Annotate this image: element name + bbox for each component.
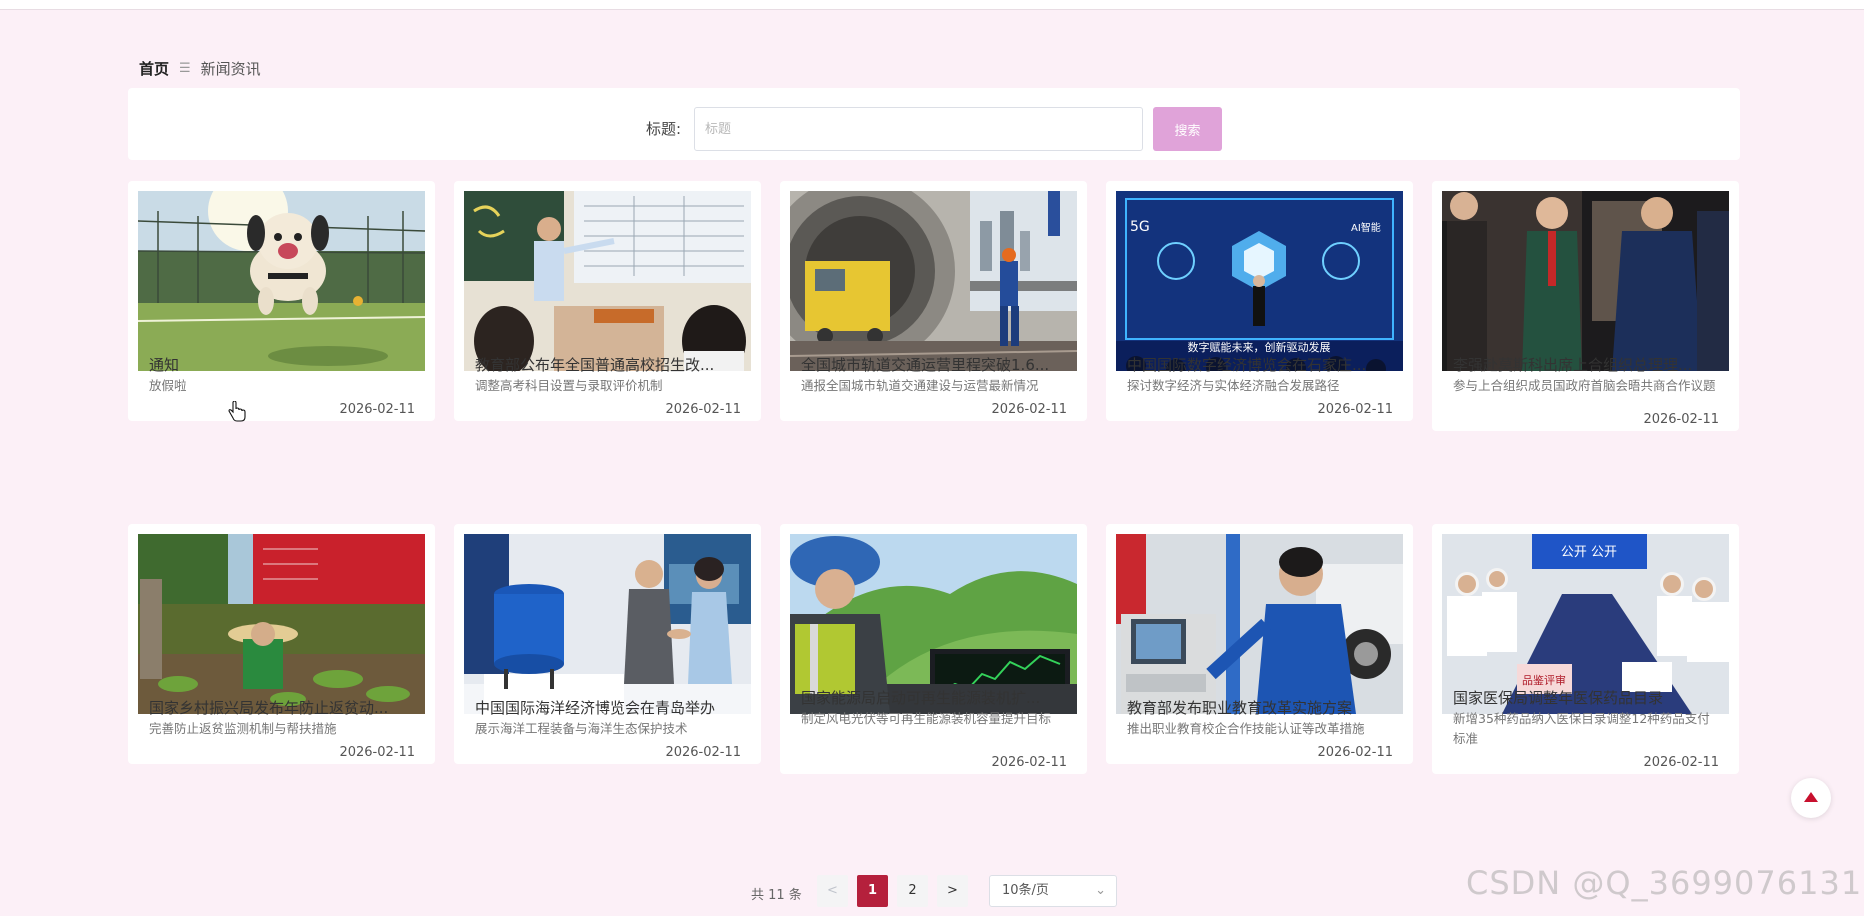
search-label: 标题: xyxy=(646,120,682,138)
breadcrumb-current: 新闻资讯 xyxy=(200,60,261,78)
news-card[interactable]: 教育部发布职业教育改革实施方案 推出职业教育校企合作技能认证等改革措施 2026… xyxy=(1106,524,1413,764)
card-title[interactable]: 李强赴莫斯科出席上合组织总理理... xyxy=(1453,354,1721,375)
breadcrumb-separator-icon: ☰ xyxy=(179,61,191,76)
card-description: 推出职业教育校企合作技能认证等改革措施 xyxy=(1127,721,1365,736)
back-to-top-button[interactable] xyxy=(1791,778,1831,818)
news-card[interactable]: 公开 公开 品鉴评审 国家医保局调整年医保药品目录 新增35种药品纳入医保目录调… xyxy=(1432,524,1739,774)
news-card[interactable]: 全国城市轨道交通运营里程突破1.6... 通报全国城市轨道交通建设与运营最新情况… xyxy=(780,181,1087,421)
card-date: 2026-02-11 xyxy=(339,402,415,417)
card-date: 2026-02-11 xyxy=(1317,402,1393,417)
card-title[interactable]: 中国国际数字经济博览会在石家庄... xyxy=(1127,354,1395,375)
card-description: 新增35种药品纳入医保目录调整12种药品支付标准 xyxy=(1453,711,1710,746)
card-image[interactable] xyxy=(464,534,751,714)
chevron-down-icon: ⌄ xyxy=(1095,883,1106,898)
hand-cursor-icon xyxy=(228,400,246,427)
watermark: CSDN @Q_3699076131 xyxy=(1466,864,1863,902)
card-title[interactable]: 全国城市轨道交通运营里程突破1.6... xyxy=(801,354,1069,375)
pagination-total: 共 11 条 xyxy=(751,888,802,903)
card-title[interactable]: 通知 xyxy=(149,354,417,375)
card-date: 2026-02-11 xyxy=(665,745,741,760)
card-date: 2026-02-11 xyxy=(991,755,1067,770)
card-image[interactable] xyxy=(1116,534,1403,714)
card-title[interactable]: 教育部发布职业教育改革实施方案 xyxy=(1127,697,1395,718)
prev-page-button[interactable]: < xyxy=(817,875,848,907)
card-description: 展示海洋工程装备与海洋生态保护技术 xyxy=(475,721,688,736)
next-page-button[interactable]: > xyxy=(937,875,968,907)
breadcrumb-home[interactable]: 首页 xyxy=(139,58,169,79)
card-image-text: 5G xyxy=(1130,219,1150,235)
card-image-text: 数字赋能未来，创新驱动发展 xyxy=(1188,340,1331,354)
card-image[interactable] xyxy=(464,191,751,371)
card-image-text: AI智能 xyxy=(1351,221,1381,234)
card-image[interactable] xyxy=(138,191,425,371)
card-date: 2026-02-11 xyxy=(1643,755,1719,770)
card-title[interactable]: 中国国际海洋经济博览会在青岛举办 xyxy=(475,697,743,718)
card-date: 2026-02-11 xyxy=(339,745,415,760)
breadcrumb: 首页 ☰ 新闻资讯 xyxy=(139,58,261,79)
card-description: 探讨数字经济与实体经济融合发展路径 xyxy=(1127,378,1340,393)
card-title[interactable]: 国家乡村振兴局发布年防止返贫动... xyxy=(149,697,417,718)
news-card[interactable]: 李强赴莫斯科出席上合组织总理理... 参与上合组织成员国政府首脑会晤共商合作议题… xyxy=(1432,181,1739,431)
search-input[interactable] xyxy=(694,107,1143,151)
card-date: 2026-02-11 xyxy=(1643,412,1719,427)
card-image[interactable] xyxy=(1442,191,1729,371)
news-card[interactable]: 5G AI智能 数字赋能未来，创新驱动发展 中国国际数字经济博览会在石家庄...… xyxy=(1106,181,1413,421)
news-card[interactable]: 教育部公布年全国普通高校招生改... 调整高考科目设置与录取评价机制 2026-… xyxy=(454,181,761,421)
card-description: 调整高考科目设置与录取评价机制 xyxy=(475,378,663,393)
card-image[interactable]: 5G AI智能 数字赋能未来，创新驱动发展 xyxy=(1116,191,1403,371)
card-date: 2026-02-11 xyxy=(665,402,741,417)
card-title[interactable]: 国家医保局调整年医保药品目录 xyxy=(1453,687,1721,708)
card-title[interactable]: 教育部公布年全国普通高校招生改... xyxy=(475,354,743,375)
card-title[interactable]: 国家能源局启动可再生能源装机扩... xyxy=(801,687,1069,708)
card-description: 参与上合组织成员国政府首脑会晤共商合作议题 xyxy=(1453,378,1716,393)
card-description: 通报全国城市轨道交通建设与运营最新情况 xyxy=(801,378,1039,393)
card-date: 2026-02-11 xyxy=(991,402,1067,417)
news-card[interactable]: 中国国际海洋经济博览会在青岛举办 展示海洋工程装备与海洋生态保护技术 2026-… xyxy=(454,524,761,764)
page-1-button[interactable]: 1 xyxy=(857,875,888,907)
news-card[interactable]: 通知 放假啦 2026-02-11 xyxy=(128,181,435,421)
caret-up-icon xyxy=(1804,792,1818,802)
card-image-text: 公开 公开 xyxy=(1561,545,1617,560)
card-image[interactable] xyxy=(790,191,1077,371)
card-image-text: 品鉴评审 xyxy=(1522,673,1566,687)
news-card[interactable]: 国家乡村振兴局发布年防止返贫动... 完善防止返贫监测机制与帮扶措施 2026-… xyxy=(128,524,435,764)
page-size-select[interactable]: 10条/页 ⌄ xyxy=(989,875,1117,907)
page-2-button[interactable]: 2 xyxy=(897,875,928,907)
card-image[interactable] xyxy=(138,534,425,714)
card-description: 完善防止返贫监测机制与帮扶措施 xyxy=(149,721,337,736)
card-description: 制定风电光伏等可再生能源装机容量提升目标 xyxy=(801,711,1052,726)
news-card[interactable]: 国家能源局启动可再生能源装机扩... 制定风电光伏等可再生能源装机容量提升目标 … xyxy=(780,524,1087,774)
card-date: 2026-02-11 xyxy=(1317,745,1393,760)
top-bar xyxy=(0,0,1864,10)
card-description: 放假啦 xyxy=(149,378,187,393)
search-button[interactable]: 搜索 xyxy=(1153,107,1222,151)
page-size-value: 10条/页 xyxy=(1002,883,1049,898)
search-bar: 标题: 搜索 xyxy=(128,88,1740,160)
